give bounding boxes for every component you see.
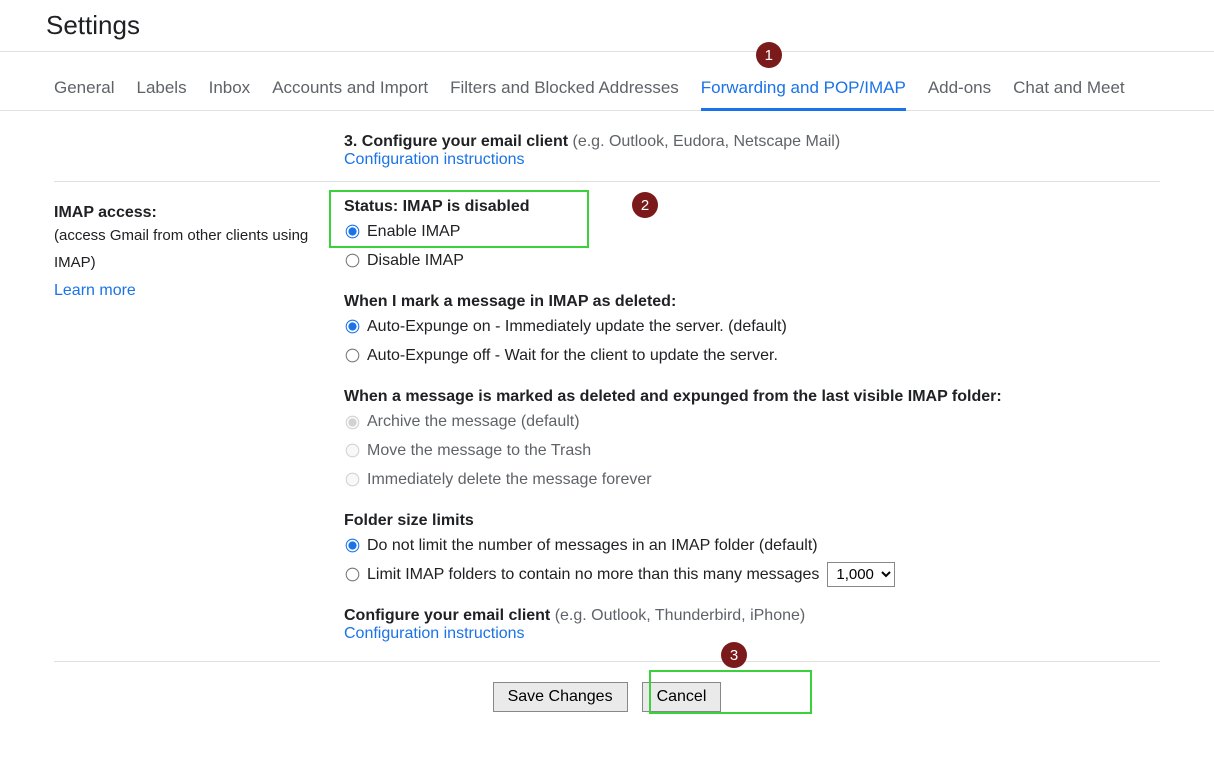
buttons-row: 3 Save Changes Cancel — [54, 662, 1160, 732]
imap-expunged-heading: When a message is marked as deleted and … — [344, 388, 1160, 406]
save-button[interactable]: Save Changes — [493, 682, 628, 712]
cancel-button[interactable]: Cancel — [642, 682, 722, 712]
callout-3: 3 — [721, 642, 747, 668]
radio-no-limit-label: Do not limit the number of messages in a… — [367, 533, 818, 559]
tab-labels[interactable]: Labels — [136, 74, 186, 110]
imap-folder-heading: Folder size limits — [344, 512, 1160, 530]
settings-tabs: General Labels Inbox Accounts and Import… — [0, 74, 1214, 111]
imap-row: IMAP access: (access Gmail from other cl… — [54, 182, 1160, 662]
tab-inbox[interactable]: Inbox — [209, 74, 251, 110]
tab-filters[interactable]: Filters and Blocked Addresses — [450, 74, 679, 110]
folder-limit-select[interactable]: 1,000 — [827, 562, 895, 587]
callout-2: 2 — [632, 192, 658, 218]
radio-archive-msg[interactable] — [346, 415, 360, 429]
radio-auto-expunge-on[interactable] — [346, 320, 360, 334]
radio-auto-expunge-off-label: Auto-Expunge off - Wait for the client t… — [367, 343, 778, 369]
callout-1: 1 — [756, 42, 782, 68]
imap-deleted-heading: When I mark a message in IMAP as deleted… — [344, 293, 1160, 311]
imap-configure-example: (e.g. Outlook, Thunderbird, iPhone) — [555, 607, 806, 624]
radio-archive-msg-label: Archive the message (default) — [367, 409, 580, 435]
tab-forwarding[interactable]: Forwarding and POP/IMAP 1 — [701, 74, 906, 111]
tab-addons[interactable]: Add-ons — [928, 74, 991, 110]
imap-status-label: Status: IMAP is disabled — [344, 198, 1160, 216]
radio-delete-forever[interactable] — [346, 473, 360, 487]
radio-delete-forever-label: Immediately delete the message forever — [367, 467, 652, 493]
imap-learn-more-link[interactable]: Learn more — [54, 282, 136, 299]
radio-disable-imap[interactable] — [346, 254, 360, 268]
pop-step3-example: (e.g. Outlook, Eudora, Netscape Mail) — [573, 133, 841, 150]
radio-enable-imap[interactable] — [346, 225, 360, 239]
radio-move-trash-label: Move the message to the Trash — [367, 438, 591, 464]
pop-step3-row: 3. Configure your email client (e.g. Out… — [54, 111, 1160, 182]
tab-accounts[interactable]: Accounts and Import — [272, 74, 428, 110]
page-title: Settings — [0, 0, 1214, 52]
pop-step3-label: 3. Configure your email client — [344, 133, 573, 150]
imap-left-sub: (access Gmail from other clients using I… — [54, 222, 344, 276]
pop-config-link[interactable]: Configuration instructions — [344, 151, 525, 168]
tab-forwarding-label: Forwarding and POP/IMAP — [701, 78, 906, 97]
radio-limit-folders[interactable] — [346, 568, 360, 582]
radio-no-limit[interactable] — [346, 539, 360, 553]
imap-left-label: IMAP access: — [54, 204, 344, 222]
radio-limit-folders-label: Limit IMAP folders to contain no more th… — [367, 562, 819, 588]
imap-config-link[interactable]: Configuration instructions — [344, 625, 525, 642]
tab-chat[interactable]: Chat and Meet — [1013, 74, 1125, 110]
radio-auto-expunge-off[interactable] — [346, 349, 360, 363]
tab-general[interactable]: General — [54, 74, 114, 110]
imap-configure-label: Configure your email client — [344, 607, 555, 624]
radio-move-trash[interactable] — [346, 444, 360, 458]
radio-auto-expunge-on-label: Auto-Expunge on - Immediately update the… — [367, 314, 787, 340]
radio-disable-imap-label: Disable IMAP — [367, 248, 464, 274]
radio-enable-imap-label: Enable IMAP — [367, 219, 460, 245]
